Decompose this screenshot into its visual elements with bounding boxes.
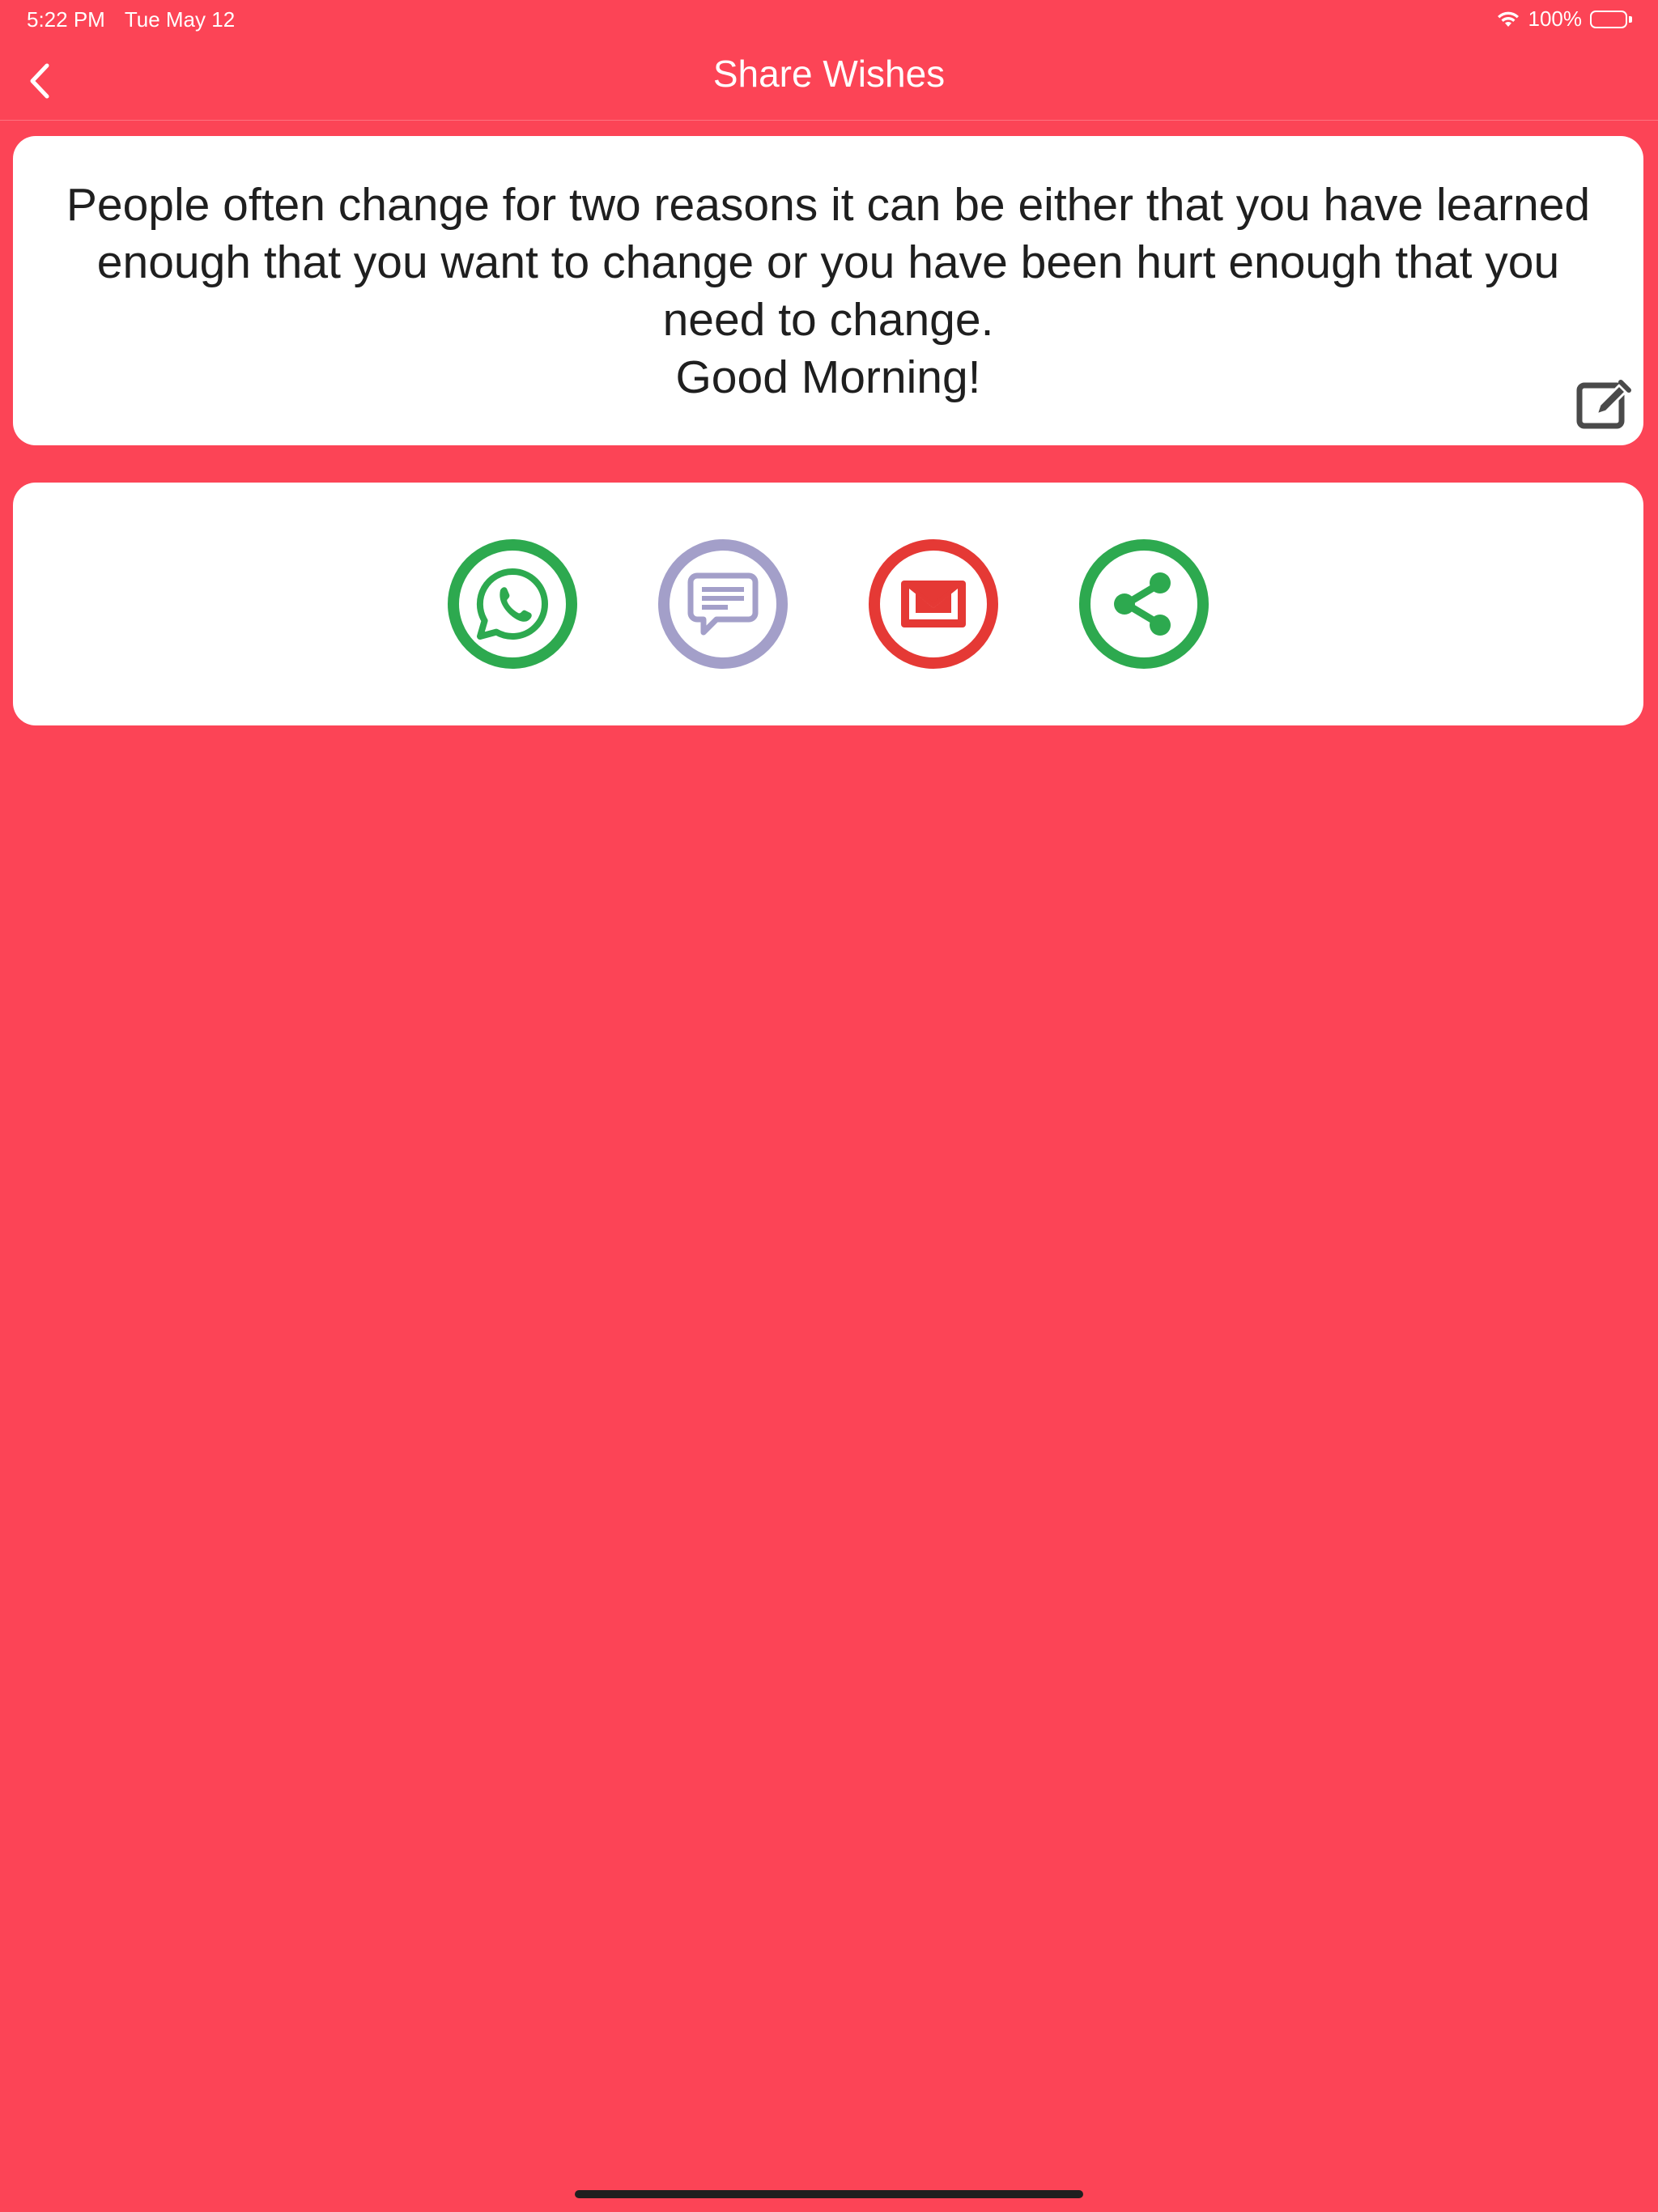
home-indicator[interactable] bbox=[575, 2190, 1083, 2198]
message-icon bbox=[687, 572, 759, 636]
edit-button[interactable] bbox=[1575, 379, 1632, 431]
status-bar: 5:22 PM Tue May 12 100% bbox=[0, 0, 1658, 39]
wifi-icon bbox=[1496, 11, 1520, 28]
generic-share-button[interactable] bbox=[1079, 539, 1209, 669]
whatsapp-icon bbox=[476, 568, 548, 640]
share-wishes-screen: 5:22 PM Tue May 12 100% Share Wishes Peo… bbox=[0, 0, 1658, 2212]
wish-message-text: People often change for two reasons it c… bbox=[66, 179, 1591, 403]
share-options-row bbox=[13, 539, 1643, 669]
email-share-button[interactable] bbox=[869, 539, 998, 669]
battery-icon bbox=[1590, 10, 1632, 28]
share-icon bbox=[1114, 572, 1171, 636]
page-title: Share Wishes bbox=[712, 53, 946, 95]
message-share-button[interactable] bbox=[658, 539, 788, 669]
whatsapp-share-button[interactable] bbox=[448, 539, 577, 669]
navigation-bar: Share Wishes bbox=[0, 39, 1658, 121]
status-left: 5:22 PM Tue May 12 bbox=[27, 7, 235, 32]
message-card: People often change for two reasons it c… bbox=[13, 136, 1643, 445]
edit-icon bbox=[1576, 380, 1631, 429]
status-right: 100% bbox=[1496, 6, 1632, 32]
status-date: Tue May 12 bbox=[124, 7, 236, 32]
battery-percent: 100% bbox=[1528, 6, 1583, 31]
status-time: 5:22 PM bbox=[27, 7, 105, 32]
share-options-card bbox=[13, 483, 1643, 725]
email-icon bbox=[901, 581, 966, 627]
